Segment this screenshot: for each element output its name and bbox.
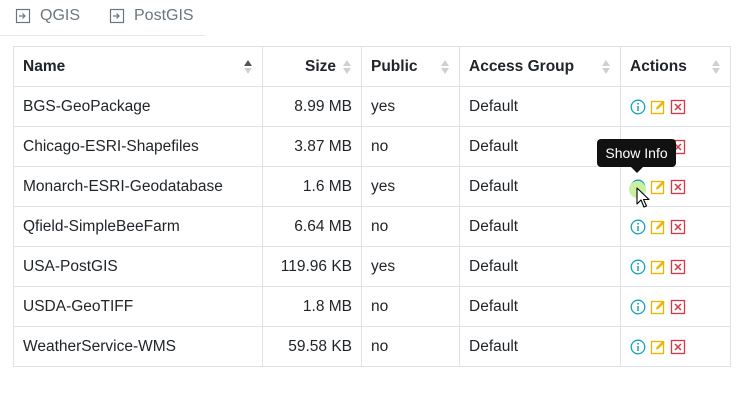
table-row: Qfield-SimpleBeeFarm 6.64 MB no Default xyxy=(13,206,731,247)
tooltip-arrow xyxy=(631,167,643,173)
cell-access-group: Default xyxy=(459,166,621,207)
cell-size: 59.58 KB xyxy=(262,326,362,367)
cell-public: yes xyxy=(361,246,460,287)
cell-access-group: Default xyxy=(459,286,621,327)
cell-public: no xyxy=(361,126,460,167)
cell-size: 8.99 MB xyxy=(262,86,362,127)
sort-icon xyxy=(712,60,720,74)
delete-icon[interactable] xyxy=(670,259,686,275)
column-header-label: Name xyxy=(23,57,66,75)
column-header-name[interactable]: Name xyxy=(13,46,263,87)
cell-actions xyxy=(620,286,731,327)
cell-size: 3.87 MB xyxy=(262,126,362,167)
delete-icon[interactable] xyxy=(670,339,686,355)
cell-name: Chicago-ESRI-Shapefiles xyxy=(13,126,263,167)
cell-actions xyxy=(620,246,731,287)
edit-icon[interactable] xyxy=(650,219,666,235)
cell-public: no xyxy=(361,326,460,367)
table-row: USDA-GeoTIFF 1.8 MB no Default xyxy=(13,286,731,327)
delete-icon[interactable] xyxy=(670,219,686,235)
cell-public: yes xyxy=(361,166,460,207)
tab-postgis[interactable]: PostGIS xyxy=(109,4,194,28)
info-icon[interactable] xyxy=(630,99,646,115)
table-row: USA-PostGIS 119.96 KB yes Default xyxy=(13,246,731,287)
cell-actions xyxy=(620,86,731,127)
table-header-row: Name Size Public Access Group Actions xyxy=(13,46,731,87)
info-icon[interactable] xyxy=(630,219,646,235)
files-table: Name Size Public Access Group Actions BG… xyxy=(13,46,731,367)
cell-name: USDA-GeoTIFF xyxy=(13,286,263,327)
cell-public: no xyxy=(361,206,460,247)
column-header-label: Access Group xyxy=(469,57,575,75)
edit-icon[interactable] xyxy=(650,259,666,275)
info-icon[interactable] xyxy=(630,259,646,275)
table-row: BGS-GeoPackage 8.99 MB yes Default xyxy=(13,86,731,127)
sort-icon xyxy=(602,60,610,74)
delete-icon[interactable] xyxy=(670,299,686,315)
edit-icon[interactable] xyxy=(650,99,666,115)
sort-icon xyxy=(441,60,449,74)
tab-label: QGIS xyxy=(40,7,81,24)
cell-size: 1.8 MB xyxy=(262,286,362,327)
edit-icon[interactable] xyxy=(650,339,666,355)
column-header-public[interactable]: Public xyxy=(361,46,460,87)
sort-ascending-icon xyxy=(244,60,252,74)
cell-name: Qfield-SimpleBeeFarm xyxy=(13,206,263,247)
tab-label: PostGIS xyxy=(134,7,194,24)
cell-name: USA-PostGIS xyxy=(13,246,263,287)
delete-icon[interactable] xyxy=(670,99,686,115)
cell-public: no xyxy=(361,286,460,327)
cell-name: BGS-GeoPackage xyxy=(13,86,263,127)
cell-size: 1.6 MB xyxy=(262,166,362,207)
tooltip-text: Show Info xyxy=(605,145,668,161)
cell-name: Monarch-ESRI-Geodatabase xyxy=(13,166,263,207)
tab-qgis[interactable]: QGIS xyxy=(15,4,80,28)
column-header-label: Public xyxy=(371,57,418,75)
info-icon[interactable] xyxy=(630,299,646,315)
cell-name: WeatherService-WMS xyxy=(13,326,263,367)
mouse-cursor-icon xyxy=(636,187,650,208)
column-header-label: Actions xyxy=(630,57,687,75)
delete-icon[interactable] xyxy=(670,179,686,195)
column-header-access-group[interactable]: Access Group xyxy=(459,46,621,87)
cell-access-group: Default xyxy=(459,326,621,367)
cell-actions xyxy=(620,326,731,367)
column-header-label: Size xyxy=(304,57,336,75)
edit-icon[interactable] xyxy=(650,179,666,195)
table-row: Monarch-ESRI-Geodatabase 1.6 MB yes Default xyxy=(13,166,731,207)
tab-bar: QGIS PostGIS xyxy=(0,0,205,36)
tooltip: Show Info xyxy=(597,139,676,173)
sign-in-icon xyxy=(15,8,31,24)
cell-size: 119.96 KB xyxy=(262,246,362,287)
cell-actions xyxy=(620,206,731,247)
cell-size: 6.64 MB xyxy=(262,206,362,247)
cell-access-group: Default xyxy=(459,206,621,247)
edit-icon[interactable] xyxy=(650,299,666,315)
cell-access-group: Default xyxy=(459,246,621,287)
cell-access-group: Default xyxy=(459,86,621,127)
sort-icon xyxy=(343,60,351,74)
sign-in-icon xyxy=(109,8,125,24)
info-icon[interactable] xyxy=(630,339,646,355)
table-row: WeatherService-WMS 59.58 KB no Default xyxy=(13,326,731,367)
column-header-actions[interactable]: Actions xyxy=(620,46,731,87)
table-body: BGS-GeoPackage 8.99 MB yes Default Chicago-E… xyxy=(13,86,731,367)
column-header-size[interactable]: Size xyxy=(262,46,362,87)
cell-public: yes xyxy=(361,86,460,127)
